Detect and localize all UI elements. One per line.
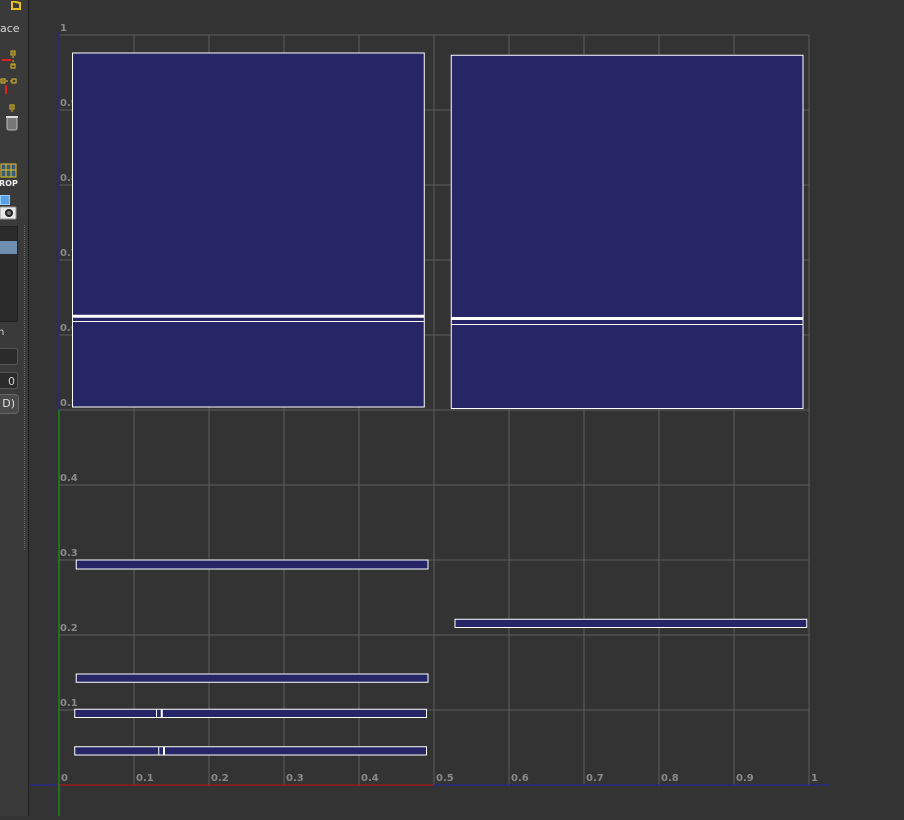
space-label: ace xyxy=(0,22,20,35)
text-field[interactable] xyxy=(0,348,18,365)
apply-button[interactable]: D) xyxy=(0,394,19,414)
small-label: n xyxy=(0,327,5,338)
x-tick-label: 0 xyxy=(61,773,68,784)
strip-upper-left[interactable] xyxy=(75,559,429,570)
x-tick-label: 0.3 xyxy=(286,773,304,784)
island-large-left[interactable] xyxy=(72,52,425,408)
camera-icon[interactable] xyxy=(0,205,17,220)
island-large-right[interactable] xyxy=(450,54,804,409)
panel-divider[interactable] xyxy=(24,225,25,550)
y-tick-label: 1 xyxy=(60,23,67,34)
x-tick-label: 0.9 xyxy=(736,773,754,784)
tool-sidebar: ace ROP n 0 D) xyxy=(0,0,28,816)
y-tick-label: 0.4 xyxy=(60,473,78,484)
uv-canvas[interactable]: 0 0.1 0.2 0.3 0.4 0.5 0.6 0.7 0.8 0.9 1 0.1 0.2 0.3 0.… xyxy=(29,0,904,816)
x-tick-label: 0.8 xyxy=(661,773,679,784)
number-field[interactable]: 0 xyxy=(0,372,18,389)
uv-tool-icon[interactable] xyxy=(10,0,24,10)
strip-lower-left[interactable] xyxy=(74,708,427,718)
scale-vertices-icon[interactable] xyxy=(0,76,24,96)
y-tick-label: 0.3 xyxy=(60,548,78,559)
x-tick-label: 1 xyxy=(811,773,818,784)
y-tick-label: 0.1 xyxy=(60,698,78,709)
x-tick-label: 0.5 xyxy=(436,773,454,784)
uv-islands[interactable] xyxy=(72,52,808,756)
delete-uv-icon[interactable] xyxy=(2,104,24,132)
checker-icon[interactable] xyxy=(0,195,10,205)
x-tick-label: 0.7 xyxy=(586,773,604,784)
x-tick-label: 0.2 xyxy=(211,773,229,784)
list-item-selected[interactable] xyxy=(0,241,17,254)
strip-bottom-left[interactable] xyxy=(74,746,427,756)
x-tick-label: 0.6 xyxy=(511,773,529,784)
crop-label: ROP xyxy=(0,179,18,188)
x-tick-label: 0.1 xyxy=(136,773,154,784)
strip-mid-left[interactable] xyxy=(75,673,429,683)
move-vertices-icon[interactable] xyxy=(2,50,24,70)
y-tick-label: 0.2 xyxy=(60,623,78,634)
crop-grid-icon[interactable] xyxy=(0,162,18,180)
strip-right[interactable] xyxy=(454,618,808,628)
list-panel[interactable] xyxy=(0,226,18,322)
uv-editor-viewport[interactable]: 0 0.1 0.2 0.3 0.4 0.5 0.6 0.7 0.8 0.9 1 0.1 0.2 0.3 0.… xyxy=(29,0,904,816)
x-tick-label: 0.4 xyxy=(361,773,379,784)
